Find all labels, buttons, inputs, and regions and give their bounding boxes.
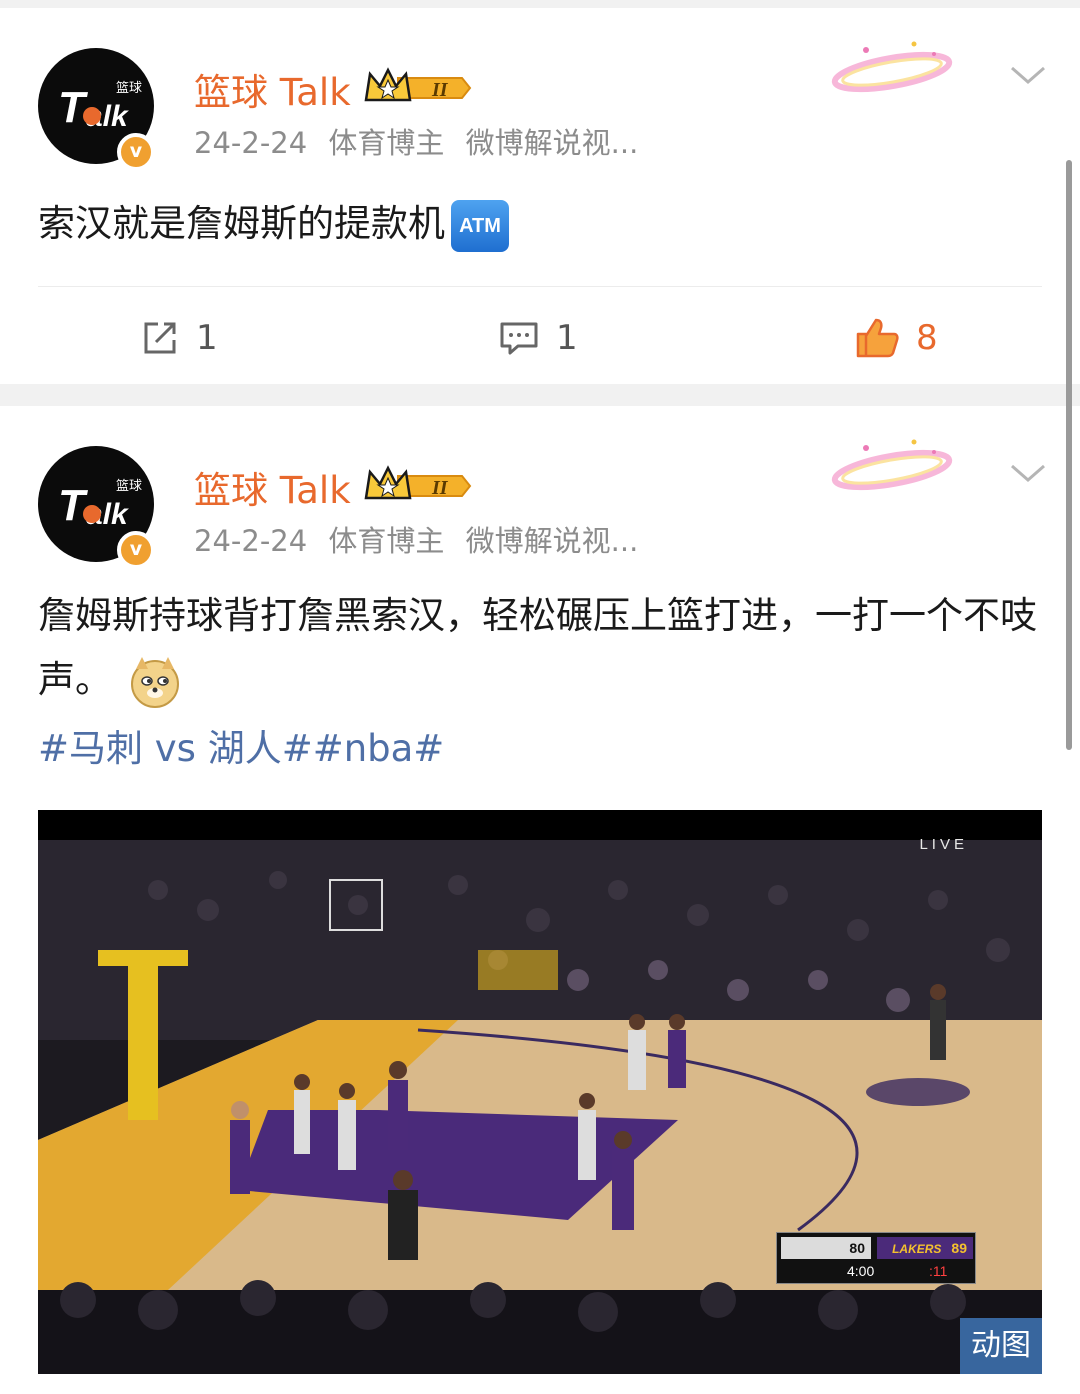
- comment-count: 1: [556, 318, 578, 358]
- like-button[interactable]: 8: [854, 310, 938, 366]
- post-meta: 24-2-24 体育博主 微博解说视...: [194, 120, 650, 162]
- user-tag: 体育博主: [328, 524, 445, 558]
- chevron-down-icon[interactable]: [1008, 60, 1048, 90]
- shot-clock: :11: [929, 1263, 948, 1279]
- post-meta: 24-2-24 体育博主 微博解说视...: [194, 518, 650, 560]
- away-score: LAKERS 89: [877, 1237, 973, 1259]
- username[interactable]: 篮球 Talk: [194, 460, 351, 514]
- svg-text:II: II: [431, 477, 449, 499]
- rank-crown-icon: II: [364, 67, 472, 102]
- comment-button[interactable]: 1: [498, 310, 578, 366]
- scrollbar[interactable]: [1066, 160, 1072, 750]
- rank-crown-icon: II: [364, 465, 472, 500]
- verified-badge-icon: v: [117, 531, 155, 569]
- home-score: 80: [781, 1237, 871, 1259]
- post-card[interactable]: T alk 篮球 v 篮球 Talk II 24-2-24 体育博主 微博解说视…: [0, 8, 1080, 384]
- scoreboard: 80 LAKERS 89 4:00 :11: [776, 1232, 976, 1284]
- thumbs-up-icon: [856, 318, 899, 358]
- username[interactable]: 篮球 Talk: [194, 62, 351, 116]
- svg-text:T: T: [58, 481, 88, 530]
- post-card[interactable]: T alk 篮球 v 篮球 Talk II 24-2-24 体育博主 微博解说视…: [0, 406, 1080, 1394]
- talk-logo: T alk 篮球: [58, 479, 142, 531]
- svg-text:II: II: [431, 79, 449, 101]
- game-clock: 4:00: [847, 1263, 875, 1279]
- post-date: 24-2-24: [194, 524, 308, 558]
- verified-badge-icon: v: [117, 133, 155, 171]
- post-text: 詹姆斯持球背打詹黑索汉，轻松碾压上篮打进，一打一个不吱声。: [38, 584, 1038, 712]
- talk-logo: T alk 篮球: [58, 81, 142, 133]
- hashtag-link[interactable]: #马刺 vs 湖人##nba#: [38, 718, 444, 772]
- svg-text:篮球: 篮球: [116, 81, 142, 96]
- user-tag: 微博解说视...: [465, 126, 639, 160]
- doge-emoji-icon: [131, 656, 179, 708]
- live-indicator: LIVE: [919, 836, 968, 853]
- video-player[interactable]: LIVE 80 LAKERS 89 4:00 :11 动图: [38, 810, 1042, 1374]
- atm-emoji-icon: ATM: [451, 199, 509, 252]
- away-team: LAKERS: [892, 1242, 942, 1256]
- chevron-down-icon[interactable]: [1008, 458, 1048, 488]
- comment-icon: [500, 322, 538, 355]
- repost-count: 1: [196, 318, 218, 358]
- svg-text:T: T: [58, 83, 88, 132]
- user-tag: 微博解说视...: [465, 524, 639, 558]
- game-frame-image: [38, 840, 1042, 1374]
- divider: [38, 286, 1042, 287]
- like-count: 8: [916, 318, 938, 358]
- svg-text:篮球: 篮球: [116, 479, 142, 494]
- gif-badge: 动图: [960, 1318, 1042, 1374]
- repost-button[interactable]: 1: [140, 310, 218, 366]
- repost-icon: [144, 322, 176, 354]
- post-date: 24-2-24: [194, 126, 308, 160]
- post-text: 索汉就是詹姆斯的提款机 ATM: [38, 192, 509, 256]
- halo-icon: [831, 439, 953, 491]
- halo-icon: [831, 41, 953, 93]
- user-tag: 体育博主: [328, 126, 445, 160]
